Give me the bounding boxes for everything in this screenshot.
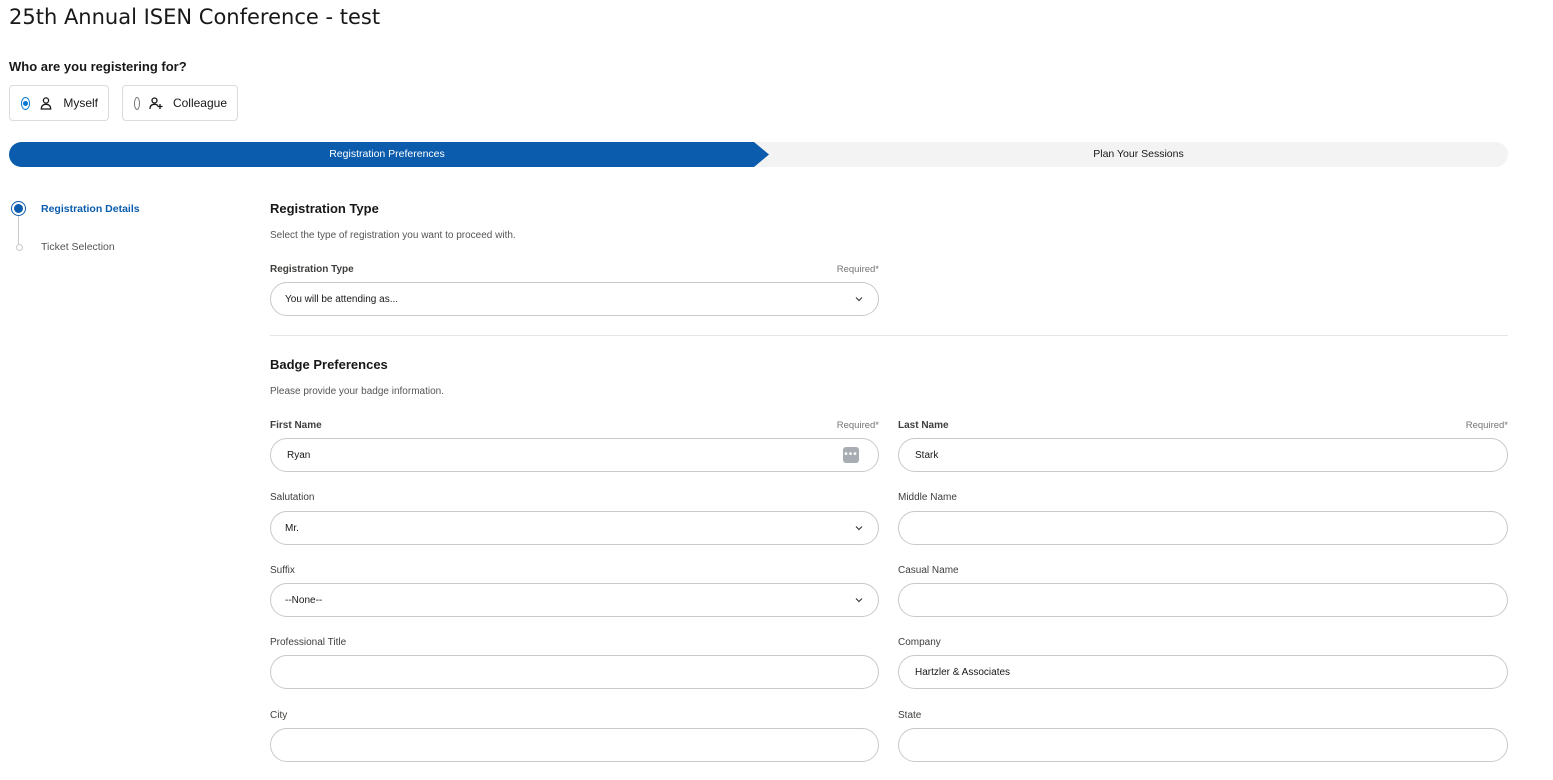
path-step-plan-sessions-label: Plan Your Sessions <box>1093 148 1184 160</box>
state-input[interactable] <box>898 728 1508 762</box>
state-label: State <box>898 710 922 721</box>
suffix-label: Suffix <box>270 565 295 576</box>
registration-type-value: You will be attending as... <box>285 293 399 305</box>
sidebar-step-ticket-selection[interactable]: Ticket Selection <box>41 241 115 253</box>
salutation-label: Salutation <box>270 492 315 503</box>
badge-preferences-description: Please provide your badge information. <box>270 386 444 397</box>
step-indicator <box>16 244 23 251</box>
sidebar-step-registration-details[interactable]: Registration Details <box>41 203 140 215</box>
section-divider <box>270 335 1508 336</box>
company-input[interactable] <box>898 655 1508 689</box>
chevron-down-icon <box>854 294 864 304</box>
page-title: 25th Annual ISEN Conference - test <box>9 5 381 29</box>
option-colleague-label: Colleague <box>172 96 227 110</box>
badge-preferences-title: Badge Preferences <box>270 357 388 372</box>
suffix-value: --None-- <box>285 594 323 606</box>
first-name-required: Required* <box>836 420 879 431</box>
professional-title-input[interactable] <box>270 655 879 689</box>
city-label: City <box>270 710 288 721</box>
chevron-down-icon <box>854 523 864 533</box>
middle-name-label: Middle Name <box>898 492 957 503</box>
step-connector <box>18 214 19 246</box>
option-colleague[interactable]: Colleague <box>122 85 238 121</box>
radio-colleague[interactable] <box>134 96 140 110</box>
option-myself[interactable]: Myself <box>9 85 109 121</box>
person-add-icon <box>149 96 163 110</box>
first-name-input[interactable] <box>270 438 879 472</box>
radio-myself[interactable] <box>21 96 31 110</box>
city-input[interactable] <box>270 728 879 762</box>
progress-path: Registration Preferences Plan Your Sessi… <box>9 142 1508 167</box>
casual-name-label: Casual Name <box>898 565 959 576</box>
step-indicator-active <box>12 202 25 215</box>
salutation-value: Mr. <box>285 522 299 534</box>
registration-type-title: Registration Type <box>270 201 379 216</box>
professional-title-label: Professional Title <box>270 637 347 648</box>
middle-name-input[interactable] <box>898 511 1508 545</box>
company-label: Company <box>898 637 941 648</box>
first-name-label: First Name <box>270 420 322 431</box>
path-step-registration-preferences-label: Registration Preferences <box>329 148 445 160</box>
person-icon <box>39 96 53 110</box>
registration-type-select[interactable]: You will be attending as... <box>270 282 879 316</box>
salutation-select[interactable]: Mr. <box>270 511 879 545</box>
suffix-select[interactable]: --None-- <box>270 583 879 617</box>
registering-for-label: Who are you registering for? <box>9 59 187 74</box>
last-name-label: Last Name <box>898 420 949 431</box>
registration-type-label: Registration Type <box>270 264 354 275</box>
registration-type-description: Select the type of registration you want… <box>270 230 516 241</box>
last-name-required: Required* <box>1465 420 1508 431</box>
last-name-input[interactable] <box>898 438 1508 472</box>
required-indicator: Required* <box>836 264 879 275</box>
option-myself-label: Myself <box>63 96 98 110</box>
chevron-down-icon <box>854 595 864 605</box>
casual-name-input[interactable] <box>898 583 1508 617</box>
more-options-icon[interactable]: ••• <box>843 447 859 463</box>
